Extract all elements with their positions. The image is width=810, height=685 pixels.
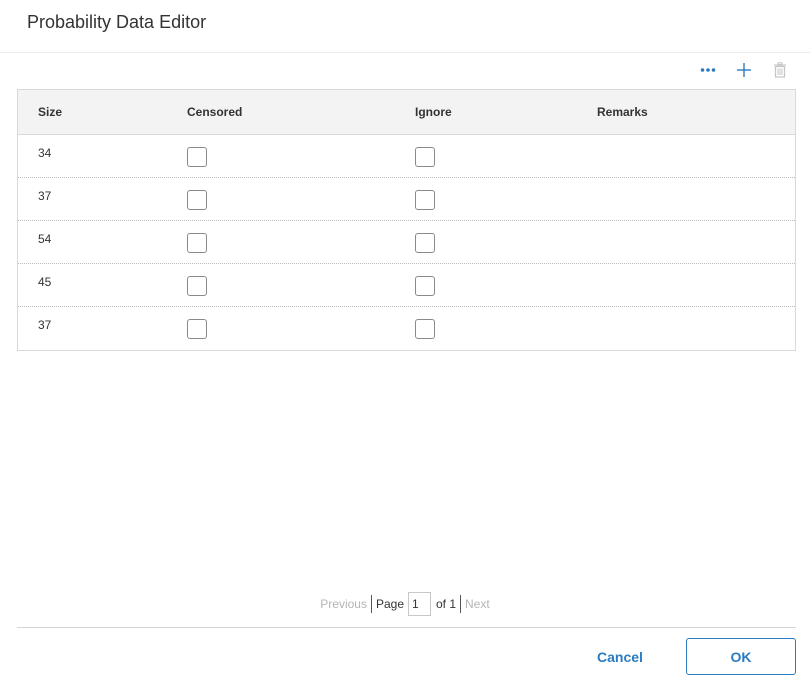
grid-header: Size Censored Ignore Remarks bbox=[18, 90, 795, 135]
cell-size[interactable]: 37 bbox=[38, 318, 51, 332]
page-count-label: of 1 bbox=[436, 597, 457, 611]
page-number-input[interactable] bbox=[408, 592, 431, 616]
table-row[interactable]: 37 bbox=[18, 178, 795, 221]
cell-remarks[interactable] bbox=[578, 178, 796, 220]
probability-data-grid: Size Censored Ignore Remarks 34 37 54 45… bbox=[17, 89, 796, 351]
censored-checkbox[interactable] bbox=[187, 276, 207, 296]
cell-remarks[interactable] bbox=[578, 307, 796, 349]
ignore-checkbox[interactable] bbox=[415, 233, 435, 253]
next-page-link[interactable]: Next bbox=[465, 597, 490, 611]
more-options-button[interactable] bbox=[696, 58, 720, 82]
cell-size[interactable]: 45 bbox=[38, 275, 51, 289]
column-header-remarks[interactable]: Remarks bbox=[597, 90, 648, 135]
pager-separator bbox=[460, 595, 462, 613]
cell-size[interactable]: 54 bbox=[38, 232, 51, 246]
previous-page-link[interactable]: Previous bbox=[320, 597, 367, 611]
footer-divider bbox=[17, 627, 796, 628]
censored-checkbox[interactable] bbox=[187, 319, 207, 339]
column-header-censored[interactable]: Censored bbox=[187, 90, 242, 135]
pagination: Previous Page of 1 Next bbox=[0, 592, 810, 616]
cell-size[interactable]: 37 bbox=[38, 189, 51, 203]
ignore-checkbox[interactable] bbox=[415, 319, 435, 339]
cell-size[interactable]: 34 bbox=[38, 146, 51, 160]
ignore-checkbox[interactable] bbox=[415, 147, 435, 167]
table-row[interactable]: 34 bbox=[18, 135, 795, 178]
page-label: Page bbox=[375, 597, 404, 611]
ok-button[interactable]: OK bbox=[686, 638, 796, 675]
ignore-checkbox[interactable] bbox=[415, 190, 435, 210]
table-row[interactable]: 45 bbox=[18, 264, 795, 307]
column-header-ignore[interactable]: Ignore bbox=[415, 90, 452, 135]
censored-checkbox[interactable] bbox=[187, 190, 207, 210]
cell-remarks[interactable] bbox=[578, 264, 796, 306]
column-header-size[interactable]: Size bbox=[38, 90, 62, 135]
cell-remarks[interactable] bbox=[578, 221, 796, 263]
table-row[interactable]: 54 bbox=[18, 221, 795, 264]
censored-checkbox[interactable] bbox=[187, 147, 207, 167]
dialog-title: Probability Data Editor bbox=[27, 12, 207, 32]
censored-checkbox[interactable] bbox=[187, 233, 207, 253]
delete-row-button[interactable] bbox=[768, 58, 792, 82]
plus-icon bbox=[737, 63, 751, 77]
add-row-button[interactable] bbox=[732, 58, 756, 82]
table-row[interactable]: 37 bbox=[18, 307, 795, 350]
pager-separator bbox=[370, 595, 372, 613]
ignore-checkbox[interactable] bbox=[415, 276, 435, 296]
cancel-button[interactable]: Cancel bbox=[577, 638, 663, 675]
title-divider bbox=[0, 52, 810, 53]
more-horizontal-icon bbox=[700, 68, 716, 72]
cell-remarks[interactable] bbox=[578, 135, 796, 177]
trash-icon bbox=[774, 62, 786, 78]
grid-toolbar bbox=[684, 58, 792, 82]
